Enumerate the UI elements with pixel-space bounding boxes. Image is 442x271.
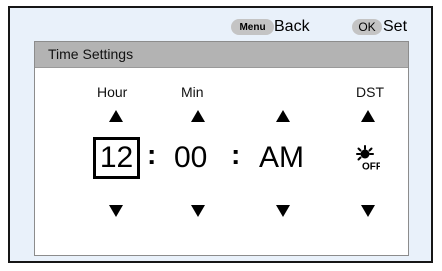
min-label: Min [181,84,204,100]
hour-minute-separator: : [147,139,157,170]
ampm-value[interactable]: AM [259,140,304,176]
dst-down-arrow-icon[interactable] [361,205,375,217]
ok-key-badge[interactable]: OK [352,19,382,35]
panel-header: Time Settings [35,42,408,68]
menu-key-badge[interactable]: Menu [231,19,274,35]
hour-value-selected[interactable]: 12 [93,137,140,179]
minute-ampm-separator: : [231,139,241,170]
hour-up-arrow-icon[interactable] [109,110,123,122]
ampm-down-arrow-icon[interactable] [276,205,290,217]
minute-up-arrow-icon[interactable] [191,110,205,122]
dst-up-arrow-icon[interactable] [361,110,375,122]
time-settings-panel: Time Settings Hour Min DST 12 : 00 : AM … [34,41,409,256]
hour-down-arrow-icon[interactable] [109,205,123,217]
back-label: Back [274,18,310,35]
minute-down-arrow-icon[interactable] [191,205,205,217]
svg-text:OFF: OFF [362,162,380,172]
dst-off-icon[interactable]: OFF [354,145,380,171]
set-label: Set [383,18,408,35]
hour-label: Hour [97,84,128,100]
minute-value[interactable]: 00 [174,140,207,176]
ampm-up-arrow-icon[interactable] [276,110,290,122]
dst-label: DST [356,84,384,100]
panel-title: Time Settings [48,46,134,62]
